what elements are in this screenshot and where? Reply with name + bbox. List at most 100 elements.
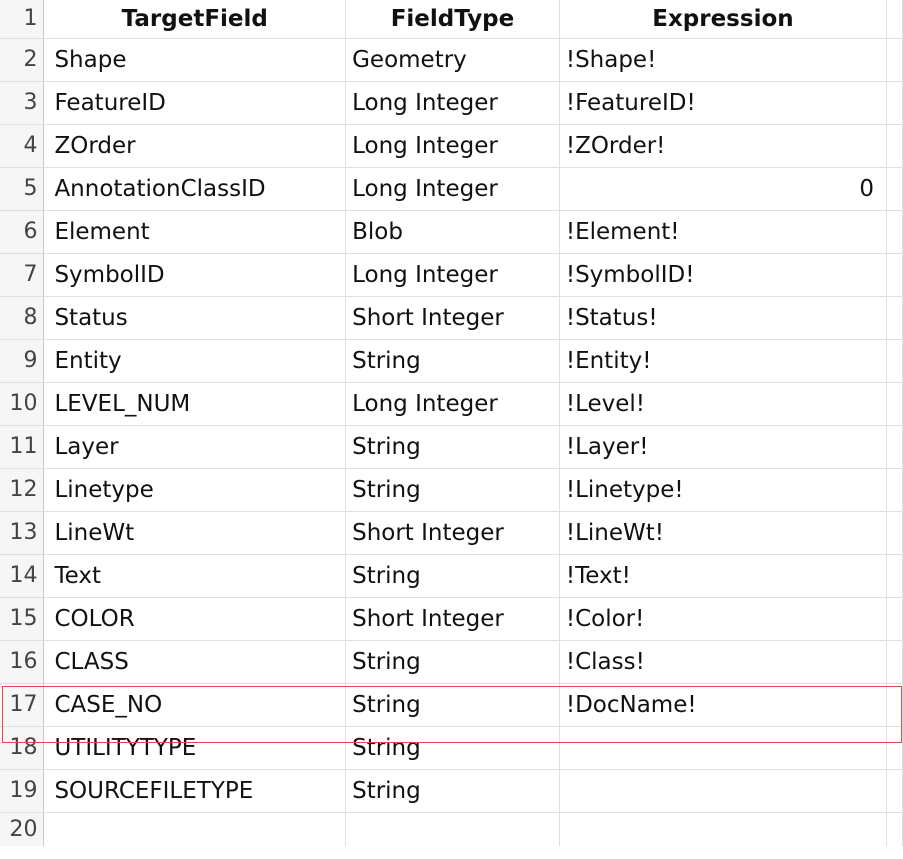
target-field-cell[interactable]: Entity <box>43 339 347 383</box>
row-number[interactable]: 14 <box>0 554 45 598</box>
empty-cell[interactable] <box>886 425 903 469</box>
empty-cell[interactable] <box>886 597 903 641</box>
empty-cell[interactable] <box>886 769 903 813</box>
expression-cell[interactable] <box>559 726 888 770</box>
target-field-cell[interactable]: SymbolID <box>43 253 347 297</box>
empty-cell[interactable] <box>886 812 903 846</box>
field-type-cell[interactable]: Long Integer <box>345 167 560 211</box>
field-type-cell[interactable] <box>345 812 560 846</box>
row-number[interactable]: 16 <box>0 640 45 684</box>
target-field-cell[interactable]: FeatureID <box>43 81 347 125</box>
row-number[interactable]: 8 <box>0 296 45 340</box>
expression-cell[interactable]: !SymbolID! <box>559 253 888 297</box>
row-number[interactable]: 19 <box>0 769 45 813</box>
expression-cell[interactable]: !FeatureID! <box>559 81 888 125</box>
target-field-cell[interactable]: LEVEL_NUM <box>43 382 347 426</box>
expression-cell[interactable]: !Linetype! <box>559 468 888 512</box>
field-type-cell[interactable]: String <box>345 468 560 512</box>
header-target-field[interactable]: TargetField <box>43 0 347 39</box>
empty-cell[interactable] <box>886 468 903 512</box>
row-number[interactable]: 12 <box>0 468 45 512</box>
field-type-cell[interactable]: String <box>345 683 560 727</box>
target-field-cell[interactable]: CASE_NO <box>43 683 347 727</box>
empty-cell[interactable] <box>886 210 903 254</box>
target-field-cell[interactable]: Shape <box>43 38 347 82</box>
field-type-cell[interactable]: Long Integer <box>345 81 560 125</box>
target-field-cell[interactable]: Element <box>43 210 347 254</box>
row-number[interactable]: 20 <box>0 812 45 846</box>
empty-cell[interactable] <box>886 726 903 770</box>
empty-cell[interactable] <box>886 640 903 684</box>
empty-cell[interactable] <box>886 683 903 727</box>
expression-cell[interactable] <box>559 769 888 813</box>
empty-cell[interactable] <box>886 382 903 426</box>
header-expression[interactable]: Expression <box>559 0 888 39</box>
expression-cell[interactable]: !Layer! <box>559 425 888 469</box>
empty-cell[interactable] <box>886 81 903 125</box>
target-field-cell[interactable]: Layer <box>43 425 347 469</box>
expression-cell[interactable]: !DocName! <box>559 683 888 727</box>
row-number[interactable]: 18 <box>0 726 45 770</box>
empty-cell[interactable] <box>886 253 903 297</box>
empty-cell[interactable] <box>886 339 903 383</box>
row-number[interactable]: 13 <box>0 511 45 555</box>
row-number[interactable]: 10 <box>0 382 45 426</box>
field-type-cell[interactable]: String <box>345 554 560 598</box>
row-number[interactable]: 7 <box>0 253 45 297</box>
row-number[interactable]: 9 <box>0 339 45 383</box>
field-type-cell[interactable]: Long Integer <box>345 382 560 426</box>
field-type-cell[interactable]: Long Integer <box>345 253 560 297</box>
target-field-cell[interactable]: AnnotationClassID <box>43 167 347 211</box>
field-type-cell[interactable]: String <box>345 425 560 469</box>
field-type-cell[interactable]: String <box>345 769 560 813</box>
target-field-cell[interactable]: Text <box>43 554 347 598</box>
empty-cell[interactable] <box>886 124 903 168</box>
row-number[interactable]: 15 <box>0 597 45 641</box>
row-number[interactable]: 5 <box>0 167 45 211</box>
row-number[interactable]: 2 <box>0 38 45 82</box>
expression-cell[interactable]: !Text! <box>559 554 888 598</box>
expression-cell[interactable]: !Element! <box>559 210 888 254</box>
empty-cell[interactable] <box>886 167 903 211</box>
empty-cell[interactable] <box>886 296 903 340</box>
target-field-cell[interactable]: CLASS <box>43 640 347 684</box>
row-number[interactable]: 6 <box>0 210 45 254</box>
row-number[interactable]: 11 <box>0 425 45 469</box>
empty-cell[interactable] <box>886 38 903 82</box>
field-type-cell[interactable]: Long Integer <box>345 124 560 168</box>
field-type-cell[interactable]: Short Integer <box>345 511 560 555</box>
field-type-cell[interactable]: Geometry <box>345 38 560 82</box>
target-field-cell[interactable]: Status <box>43 296 347 340</box>
target-field-cell[interactable]: LineWt <box>43 511 347 555</box>
empty-cell[interactable] <box>886 554 903 598</box>
expression-cell[interactable]: !Color! <box>559 597 888 641</box>
target-field-cell[interactable]: ZOrder <box>43 124 347 168</box>
expression-cell[interactable] <box>559 812 888 846</box>
field-type-cell[interactable]: Short Integer <box>345 597 560 641</box>
target-field-cell[interactable]: Linetype <box>43 468 347 512</box>
header-field-type[interactable]: FieldType <box>345 0 560 39</box>
field-type-cell[interactable]: String <box>345 640 560 684</box>
field-type-cell[interactable]: Short Integer <box>345 296 560 340</box>
expression-cell[interactable]: !LineWt! <box>559 511 888 555</box>
row-number[interactable]: 3 <box>0 81 45 125</box>
expression-cell[interactable]: !ZOrder! <box>559 124 888 168</box>
expression-cell[interactable]: !Status! <box>559 296 888 340</box>
expression-cell[interactable]: 0 <box>559 167 888 211</box>
expression-cell[interactable]: !Entity! <box>559 339 888 383</box>
expression-cell[interactable]: !Class! <box>559 640 888 684</box>
row-number[interactable]: 4 <box>0 124 45 168</box>
field-type-cell[interactable]: String <box>345 339 560 383</box>
expression-cell[interactable]: !Level! <box>559 382 888 426</box>
empty-cell[interactable] <box>886 0 903 39</box>
field-type-cell[interactable]: String <box>345 726 560 770</box>
expression-cell[interactable]: !Shape! <box>559 38 888 82</box>
field-type-cell[interactable]: Blob <box>345 210 560 254</box>
empty-cell[interactable] <box>886 511 903 555</box>
target-field-cell[interactable]: COLOR <box>43 597 347 641</box>
row-number[interactable]: 1 <box>0 0 45 39</box>
row-number[interactable]: 17 <box>0 683 45 727</box>
target-field-cell[interactable] <box>43 812 347 846</box>
target-field-cell[interactable]: SOURCEFILETYPE <box>43 769 347 813</box>
target-field-cell[interactable]: UTILITYTYPE <box>43 726 347 770</box>
